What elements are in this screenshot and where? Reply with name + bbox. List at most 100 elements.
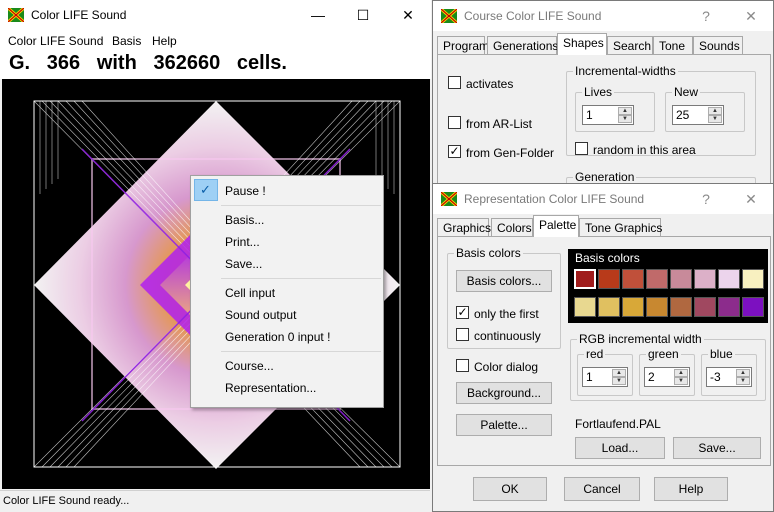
maximize-button[interactable]: ☐ [348, 4, 378, 26]
representation-tabs: Graphics Colors Palette Tone Graphics [437, 215, 771, 237]
tab-tone[interactable]: Tone [653, 36, 693, 55]
spin-up-icon[interactable]: ▲ [708, 107, 722, 115]
tab-palette[interactable]: Palette [533, 215, 579, 237]
color-swatch[interactable] [574, 269, 596, 289]
color-dialog-checkbox[interactable] [456, 359, 469, 372]
green-label: green [646, 347, 681, 361]
menu-item-representation[interactable]: Representation... [225, 381, 316, 395]
menu-color-life-sound[interactable]: Color LIFE Sound [8, 34, 103, 48]
swatch-panel-label: Basis colors [575, 251, 640, 265]
continuously-checkbox[interactable] [456, 328, 469, 341]
cancel-button[interactable]: Cancel [564, 477, 640, 501]
spin-down-icon[interactable]: ▼ [674, 377, 688, 385]
tab-generations[interactable]: Generations [487, 36, 558, 55]
close-button[interactable]: ✕ [393, 4, 423, 26]
spinner-arrows[interactable]: ▲ ▼ [612, 369, 626, 385]
spin-up-icon[interactable]: ▲ [618, 107, 632, 115]
activates-checkbox[interactable] [448, 76, 461, 89]
menu-help[interactable]: Help [152, 34, 177, 48]
spin-up-icon[interactable]: ▲ [612, 369, 626, 377]
color-swatch[interactable] [670, 297, 692, 317]
ok-button[interactable]: OK [473, 477, 547, 501]
course-titlebar[interactable]: Course Color LIFE Sound ? ✕ [433, 1, 773, 31]
menu-item-save[interactable]: Save... [225, 257, 262, 271]
color-swatch[interactable] [646, 297, 668, 317]
spin-up-icon[interactable]: ▲ [736, 369, 750, 377]
menu-item-cell-input[interactable]: Cell input [225, 286, 275, 300]
swatch-panel: Basis colors [568, 249, 768, 323]
minimize-button[interactable]: — [303, 4, 333, 26]
help-icon[interactable]: ? [691, 188, 721, 210]
color-swatch[interactable] [718, 297, 740, 317]
spin-up-icon[interactable]: ▲ [674, 369, 688, 377]
close-button[interactable]: ✕ [736, 188, 766, 210]
color-swatch[interactable] [622, 297, 644, 317]
spinner-arrows[interactable]: ▲ ▼ [674, 369, 688, 385]
save-button[interactable]: Save... [673, 437, 761, 459]
menu-item-course[interactable]: Course... [225, 359, 274, 373]
color-swatch[interactable] [718, 269, 740, 289]
tab-shapes[interactable]: Shapes [557, 33, 607, 55]
main-titlebar[interactable]: Color LIFE Sound — ☐ ✕ [0, 0, 431, 30]
new-group: New 25 ▲ ▼ [665, 85, 745, 132]
basis-colors-button[interactable]: Basis colors... [456, 270, 552, 292]
lives-spinner[interactable]: 1 ▲ ▼ [582, 105, 634, 125]
from-ar-list-checkbox[interactable] [448, 116, 461, 129]
spinner-arrows[interactable]: ▲ ▼ [736, 369, 750, 385]
color-dialog-label: Color dialog [474, 360, 539, 374]
color-swatch[interactable] [694, 269, 716, 289]
tab-graphics[interactable]: Graphics [437, 218, 491, 237]
random-area-checkbox[interactable] [575, 142, 588, 155]
menu-basis[interactable]: Basis [112, 34, 141, 48]
tab-search[interactable]: Search [607, 36, 653, 55]
only-first-checkbox[interactable]: ✓ [456, 306, 469, 319]
menu-item-pause[interactable]: Pause ! [225, 184, 266, 198]
tab-program[interactable]: Program [437, 36, 489, 55]
color-swatch[interactable] [742, 297, 764, 317]
palette-button[interactable]: Palette... [456, 414, 552, 436]
red-spinner[interactable]: 1 ▲ ▼ [582, 367, 628, 387]
spinner-arrows[interactable]: ▲ ▼ [618, 107, 632, 123]
menu-item-basis[interactable]: Basis... [225, 213, 264, 227]
color-swatch[interactable] [622, 269, 644, 289]
close-button[interactable]: ✕ [736, 5, 766, 27]
spinner-arrows[interactable]: ▲ ▼ [708, 107, 722, 123]
representation-window-title: Representation Color LIFE Sound [464, 192, 645, 206]
green-group: green 2 ▲ ▼ [639, 347, 695, 396]
representation-window: Representation Color LIFE Sound ? ✕ Grap… [432, 183, 774, 512]
blue-value: -3 [710, 370, 721, 384]
green-spinner[interactable]: 2 ▲ ▼ [644, 367, 690, 387]
tab-sounds[interactable]: Sounds [693, 36, 743, 55]
new-spinner[interactable]: 25 ▲ ▼ [672, 105, 724, 125]
incremental-widths-group: Incremental-widths Lives 1 ▲ ▼ New 25 ▲ ▼ … [566, 64, 756, 157]
palette-file-name: Fortlaufend.PAL [575, 417, 661, 431]
color-swatch[interactable] [742, 269, 764, 289]
spin-down-icon[interactable]: ▼ [618, 115, 632, 123]
menu-item-print[interactable]: Print... [225, 235, 260, 249]
from-gen-folder-label: from Gen-Folder [466, 146, 555, 160]
help-button[interactable]: Help [654, 477, 728, 501]
color-swatch[interactable] [574, 297, 596, 317]
color-swatch[interactable] [598, 269, 620, 289]
color-swatch[interactable] [646, 269, 668, 289]
spin-down-icon[interactable]: ▼ [612, 377, 626, 385]
tab-tone-graphics[interactable]: Tone Graphics [579, 218, 662, 237]
color-swatch[interactable] [670, 269, 692, 289]
continuously-label: continuously [474, 329, 541, 343]
tab-colors[interactable]: Colors [491, 218, 533, 237]
color-swatch[interactable] [694, 297, 716, 317]
menu-separator [221, 205, 381, 206]
menu-item-sound-output[interactable]: Sound output [225, 308, 296, 322]
representation-titlebar[interactable]: Representation Color LIFE Sound ? ✕ [433, 184, 773, 214]
background-button[interactable]: Background... [456, 382, 552, 404]
spin-down-icon[interactable]: ▼ [736, 377, 750, 385]
color-swatch[interactable] [598, 297, 620, 317]
from-gen-folder-checkbox[interactable]: ✓ [448, 145, 461, 158]
spin-down-icon[interactable]: ▼ [708, 115, 722, 123]
help-icon[interactable]: ? [691, 5, 721, 27]
checkmark-icon: ✓ [200, 182, 211, 197]
load-button[interactable]: Load... [575, 437, 665, 459]
from-ar-list-label: from AR-List [466, 117, 533, 131]
menu-item-generation-0-input[interactable]: Generation 0 input ! [225, 330, 330, 344]
blue-spinner[interactable]: -3 ▲ ▼ [706, 367, 752, 387]
